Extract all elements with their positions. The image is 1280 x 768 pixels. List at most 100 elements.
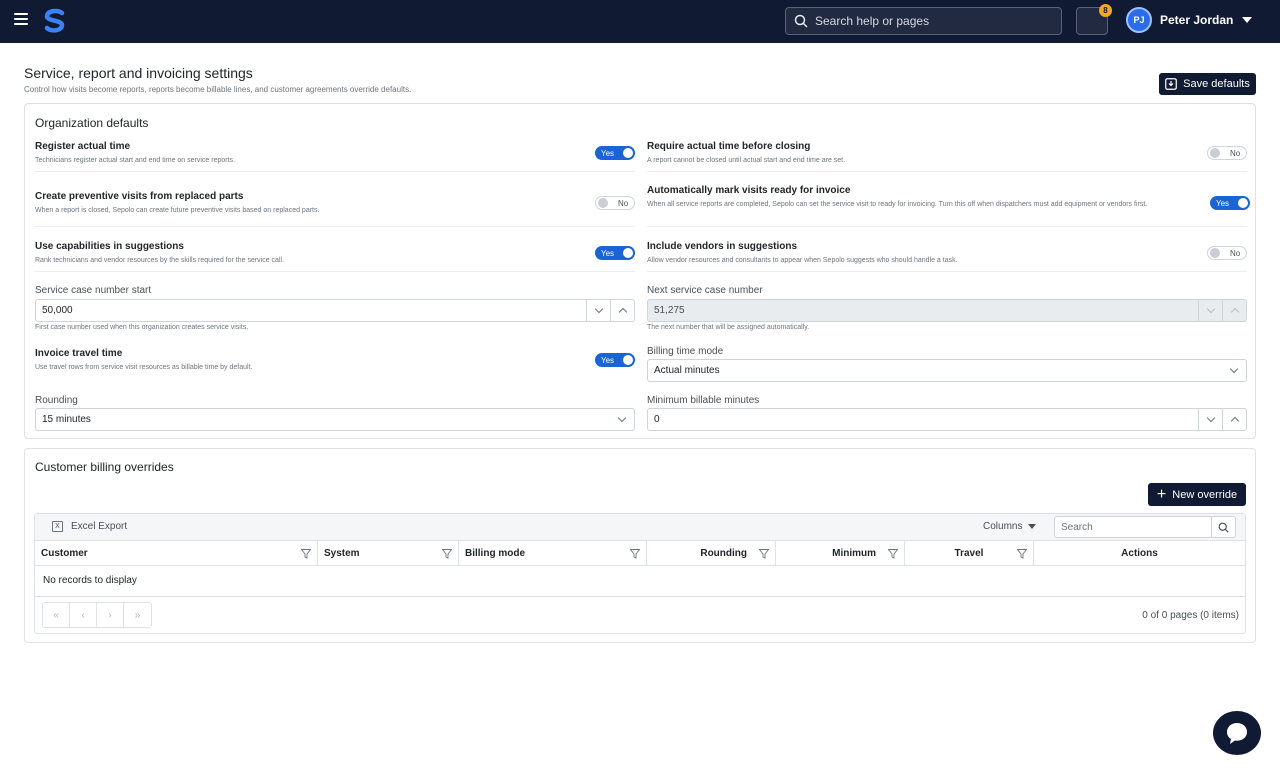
require-time-setting: Require actual time before closing A rep…	[647, 141, 1197, 166]
overrides-grid: X Excel Export Columns Customer System B…	[34, 513, 1246, 634]
filter-icon[interactable]	[888, 549, 898, 559]
organization-defaults-title: Organization defaults	[35, 116, 149, 130]
auto-ready-toggle[interactable]: Yes	[1210, 196, 1250, 210]
save-defaults-button[interactable]: Save defaults	[1159, 73, 1256, 95]
columns-label: Columns	[983, 521, 1023, 532]
setting-label: Include vendors in suggestions	[647, 241, 798, 252]
customer-overrides-title: Customer billing overrides	[35, 460, 174, 474]
chevron-up-icon	[1230, 416, 1239, 426]
divider	[35, 171, 635, 172]
grid-search-input[interactable]	[1055, 521, 1211, 533]
excel-icon: X	[52, 521, 63, 532]
new-override-button[interactable]: + New override	[1148, 483, 1246, 506]
toggle-state: No	[1230, 148, 1241, 158]
column-header-rounding[interactable]: Rounding	[647, 541, 776, 566]
grid-search[interactable]	[1054, 516, 1236, 538]
filter-icon[interactable]	[442, 549, 452, 559]
billing-mode-value: Actual minutes	[654, 365, 720, 376]
setting-desc: A report cannot be closed until actual s…	[647, 157, 846, 164]
toggle-state: No	[1230, 248, 1241, 258]
rounding-label: Rounding	[35, 395, 78, 406]
travel-toggle[interactable]: Yes	[595, 353, 635, 367]
column-header-customer[interactable]: Customer	[35, 541, 318, 566]
divider	[647, 171, 1247, 172]
vendors-toggle[interactable]: No	[1207, 246, 1247, 260]
column-header-actions: Actions	[1034, 541, 1245, 566]
case-start-label: Service case number start	[35, 285, 152, 296]
case-start-value[interactable]: 50,000	[36, 305, 586, 316]
vendors-setting: Include vendors in suggestions Allow ven…	[647, 241, 1197, 266]
menu-icon[interactable]	[14, 13, 28, 27]
toggle-state: Yes	[601, 148, 615, 158]
columns-button[interactable]: Columns	[983, 521, 1037, 532]
setting-label: Automatically mark visits ready for invo…	[647, 185, 851, 196]
top-bar: 8 PJ Peter Jordan	[0, 0, 1280, 43]
filter-icon[interactable]	[759, 549, 769, 559]
column-header-minimum[interactable]: Minimum	[776, 541, 905, 566]
require-time-toggle[interactable]: No	[1207, 146, 1247, 160]
next-case-label: Next service case number	[647, 285, 763, 296]
billing-mode-select[interactable]: Actual minutes	[647, 359, 1247, 382]
empty-message: No records to display	[43, 575, 137, 586]
increment-button[interactable]	[1222, 409, 1246, 430]
capabilities-toggle[interactable]: Yes	[595, 246, 635, 260]
case-start-help: First case number used when this organiz…	[35, 324, 249, 331]
global-search[interactable]	[785, 7, 1062, 35]
pager-info: 0 of 0 pages (0 items)	[1142, 610, 1239, 621]
preventive-toggle[interactable]: No	[595, 196, 635, 210]
column-header-travel[interactable]: Travel	[905, 541, 1034, 566]
search-icon	[1218, 522, 1229, 533]
next-case-help: The next number that will be assigned au…	[647, 324, 810, 331]
pager: « ‹ › »	[42, 602, 152, 628]
pager-prev-button[interactable]: ‹	[70, 603, 97, 627]
pager-first-button[interactable]: «	[43, 603, 70, 627]
pager-next-button[interactable]: ›	[97, 603, 124, 627]
global-search-input[interactable]	[815, 14, 1055, 28]
column-header-label: System	[324, 548, 360, 559]
travel-setting: Invoice travel time Use travel rows from…	[35, 348, 575, 373]
chevron-down-icon	[617, 413, 627, 423]
min-minutes-stepper[interactable]: 0	[647, 408, 1247, 431]
column-header-system[interactable]: System	[318, 541, 459, 566]
chat-button[interactable]	[1213, 711, 1261, 755]
billing-mode-label: Billing time mode	[647, 346, 724, 357]
column-header-label: Customer	[41, 548, 88, 559]
pager-last-button[interactable]: »	[124, 603, 151, 627]
decrement-button[interactable]	[586, 300, 610, 321]
chevron-down-icon	[594, 304, 603, 314]
new-override-label: New override	[1172, 488, 1238, 501]
grid-search-button[interactable]	[1211, 517, 1235, 537]
user-name: Peter Jordan	[1160, 13, 1234, 27]
column-header-billing-mode[interactable]: Billing mode	[459, 541, 647, 566]
notification-badge: 8	[1099, 4, 1112, 17]
auto-ready-setting: Automatically mark visits ready for invo…	[647, 185, 1197, 210]
rounding-select[interactable]: 15 minutes	[35, 408, 635, 431]
toggle-state: Yes	[601, 248, 615, 258]
save-defaults-label: Save defaults	[1183, 78, 1250, 90]
setting-label: Register actual time	[35, 141, 131, 152]
search-icon	[794, 14, 808, 28]
caret-down-icon	[1028, 524, 1037, 529]
excel-export-button[interactable]: X Excel Export	[52, 521, 127, 532]
save-icon	[1165, 78, 1178, 90]
filter-icon[interactable]	[630, 549, 640, 559]
divider	[35, 226, 635, 227]
setting-label: Invoice travel time	[35, 348, 123, 359]
increment-button[interactable]	[610, 300, 634, 321]
min-minutes-value[interactable]: 0	[648, 414, 1198, 425]
column-header-label: Minimum	[832, 548, 876, 559]
case-start-stepper[interactable]: 50,000	[35, 299, 635, 322]
increment-button	[1222, 300, 1246, 321]
divider	[35, 271, 635, 272]
user-menu[interactable]: PJ Peter Jordan	[1126, 7, 1253, 33]
decrement-button[interactable]	[1198, 409, 1222, 430]
avatar: PJ	[1126, 7, 1152, 33]
filter-icon[interactable]	[1017, 549, 1027, 559]
register-time-toggle[interactable]: Yes	[595, 146, 635, 160]
min-minutes-label: Minimum billable minutes	[647, 395, 760, 406]
divider	[35, 596, 1245, 597]
sepolo-logo[interactable]	[42, 8, 68, 34]
rounding-value: 15 minutes	[42, 414, 91, 425]
register-time-setting: Register actual time Technicians registe…	[35, 141, 575, 166]
filter-icon[interactable]	[301, 549, 311, 559]
